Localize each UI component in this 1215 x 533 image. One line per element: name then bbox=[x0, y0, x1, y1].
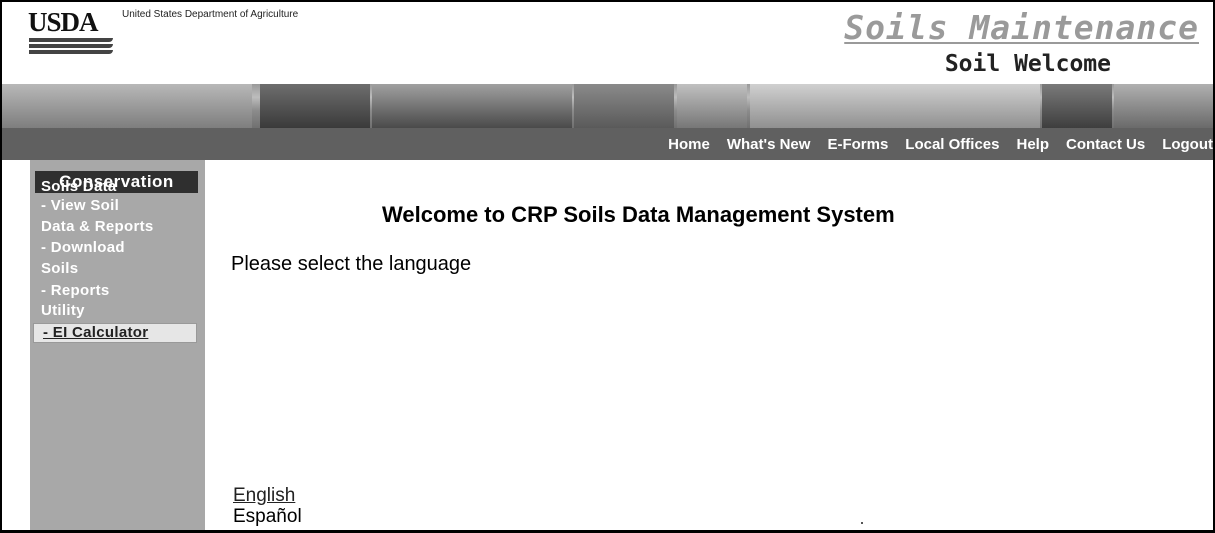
sidebar-item-download[interactable]: - Download bbox=[41, 239, 125, 256]
department-name: United States Department of Agriculture bbox=[122, 9, 299, 20]
nav-local-offices[interactable]: Local Offices bbox=[905, 136, 999, 153]
usda-logo-bars-icon bbox=[29, 38, 113, 56]
sidebar-item-ei-calculator[interactable]: - EI Calculator bbox=[33, 323, 197, 343]
frame-left bbox=[0, 0, 2, 533]
usda-logo[interactable]: USDA bbox=[28, 7, 116, 65]
header-photo-banner bbox=[2, 84, 1213, 128]
nav-help[interactable]: Help bbox=[1016, 136, 1049, 153]
language-prompt: Please select the language bbox=[231, 253, 472, 275]
language-english-link[interactable]: English bbox=[233, 485, 295, 507]
nav-contact-us[interactable]: Contact Us bbox=[1066, 136, 1145, 153]
nav-home[interactable]: Home bbox=[668, 136, 710, 153]
sidebar-item-reports[interactable]: - Reports bbox=[41, 282, 110, 299]
frame-top bbox=[0, 0, 1215, 2]
language-espanol-link[interactable]: Español bbox=[233, 506, 302, 528]
welcome-heading: Welcome to CRP Soils Data Management Sys… bbox=[382, 202, 895, 227]
app-title: Soils Maintenance bbox=[844, 8, 1199, 47]
top-nav-bar: Home What's New E-Forms Local Offices He… bbox=[2, 128, 1213, 160]
speck bbox=[861, 522, 863, 524]
sidebar: Conservation Soils Data - View Soil Data… bbox=[30, 160, 205, 530]
sidebar-item-view-soil[interactable]: - View Soil bbox=[41, 197, 119, 214]
sidebar-item-soils[interactable]: Soils bbox=[41, 260, 78, 277]
sidebar-section-soils-data: Soils Data bbox=[41, 178, 117, 195]
sidebar-section-data-reports: Data & Reports bbox=[41, 218, 154, 235]
nav-whats-new[interactable]: What's New bbox=[727, 136, 811, 153]
nav-logout[interactable]: Logout bbox=[1162, 136, 1213, 153]
header: USDA United States Department of Agricul… bbox=[2, 2, 1213, 86]
page-subtitle: Soil Welcome bbox=[944, 51, 1111, 77]
usda-logo-text: USDA bbox=[28, 7, 99, 37]
nav-e-forms[interactable]: E-Forms bbox=[827, 136, 888, 153]
sidebar-section-utility: Utility bbox=[41, 302, 85, 319]
